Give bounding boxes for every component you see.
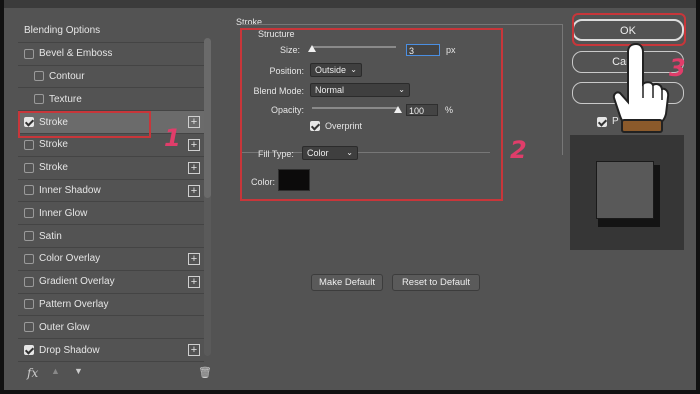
pointing-hand-icon xyxy=(612,42,670,133)
checkbox-checked-icon[interactable] xyxy=(24,345,34,356)
style-item-label: Inner Shadow xyxy=(39,184,101,196)
frame-border-right xyxy=(696,0,700,394)
make-default-button[interactable]: Make Default xyxy=(311,274,383,291)
checkbox-icon[interactable] xyxy=(24,276,34,287)
step-badge-1: 1 xyxy=(164,124,181,152)
style-item[interactable]: Outer Glow xyxy=(18,316,204,340)
style-item-label: Contour xyxy=(49,70,85,82)
trash-icon[interactable]: 🗑 xyxy=(198,366,212,379)
style-item-label: Stroke xyxy=(39,139,68,151)
scrollbar-thumb[interactable] xyxy=(204,38,211,198)
checkbox-icon[interactable] xyxy=(24,185,34,196)
checkbox-icon[interactable] xyxy=(34,71,44,82)
reset-to-default-button[interactable]: Reset to Default xyxy=(392,274,480,291)
style-item-label: Satin xyxy=(39,230,62,242)
add-effect-icon[interactable]: + xyxy=(188,275,200,288)
checkbox-icon[interactable] xyxy=(24,48,34,59)
style-item[interactable]: Drop Shadow + xyxy=(18,339,204,362)
style-item[interactable]: Inner Shadow + xyxy=(18,180,204,203)
style-item-label: Texture xyxy=(49,93,82,105)
style-item-label: Gradient Overlay xyxy=(39,276,115,288)
checkbox-icon[interactable] xyxy=(24,162,34,173)
title-bar xyxy=(0,0,700,8)
highlight-stroke-item xyxy=(18,111,151,138)
checkbox-icon[interactable] xyxy=(34,94,44,105)
style-item[interactable]: Blending Options xyxy=(18,20,204,43)
style-item-label: Bevel & Emboss xyxy=(39,48,113,60)
move-down-icon[interactable]: ▼ xyxy=(74,366,83,376)
style-item[interactable]: Gradient Overlay + xyxy=(18,271,204,294)
checkbox-checked-icon xyxy=(597,116,607,127)
step-badge-2: 2 xyxy=(510,136,527,164)
style-item-label: Inner Glow xyxy=(39,207,88,219)
preview-swatch xyxy=(596,161,654,219)
style-item-label: Pattern Overlay xyxy=(39,298,109,310)
checkbox-icon[interactable] xyxy=(24,208,34,219)
style-list-toolbar: fx ▲ ▼ 🗑 xyxy=(18,364,218,384)
add-effect-icon[interactable]: + xyxy=(188,116,200,129)
style-item-label: Drop Shadow xyxy=(39,344,100,356)
style-item[interactable]: Inner Glow xyxy=(18,202,204,226)
style-item[interactable]: Pattern Overlay xyxy=(18,294,204,317)
frame-border-left xyxy=(0,0,4,394)
style-item[interactable]: Texture xyxy=(18,88,204,112)
checkbox-icon[interactable] xyxy=(24,139,34,150)
style-list: Blending Options Bevel & Emboss Contour Tex… xyxy=(18,20,204,362)
style-item-label: Stroke xyxy=(39,162,68,174)
step-badge-3: 3 xyxy=(669,54,686,82)
style-list-scrollbar[interactable] xyxy=(204,38,211,356)
style-item[interactable]: Contour xyxy=(18,66,204,89)
fx-button[interactable]: fx xyxy=(27,366,38,380)
style-item-label: Outer Glow xyxy=(39,321,90,333)
style-item-label: Color Overlay xyxy=(39,253,101,265)
add-effect-icon[interactable]: + xyxy=(188,252,200,265)
layer-style-dialog: Blending Options Bevel & Emboss Contour Tex… xyxy=(0,0,700,394)
checkbox-icon[interactable] xyxy=(24,231,34,242)
style-item[interactable]: Stroke + xyxy=(18,157,204,180)
checkbox-icon[interactable] xyxy=(24,253,34,264)
checkbox-icon[interactable] xyxy=(24,299,34,310)
add-effect-icon[interactable]: + xyxy=(188,138,200,151)
add-effect-icon[interactable]: + xyxy=(188,344,200,357)
add-effect-icon[interactable]: + xyxy=(188,161,200,174)
style-item-label: Blending Options xyxy=(24,25,101,37)
checkbox-icon[interactable] xyxy=(24,322,34,333)
style-item[interactable]: Color Overlay + xyxy=(18,248,204,271)
frame-border-bottom xyxy=(0,390,700,394)
style-item[interactable]: Bevel & Emboss xyxy=(18,43,204,66)
move-up-icon[interactable]: ▲ xyxy=(51,366,60,376)
style-preview xyxy=(570,135,684,250)
add-effect-icon[interactable]: + xyxy=(188,184,200,197)
highlight-stroke-settings xyxy=(240,28,503,201)
style-item[interactable]: Satin xyxy=(18,225,204,248)
